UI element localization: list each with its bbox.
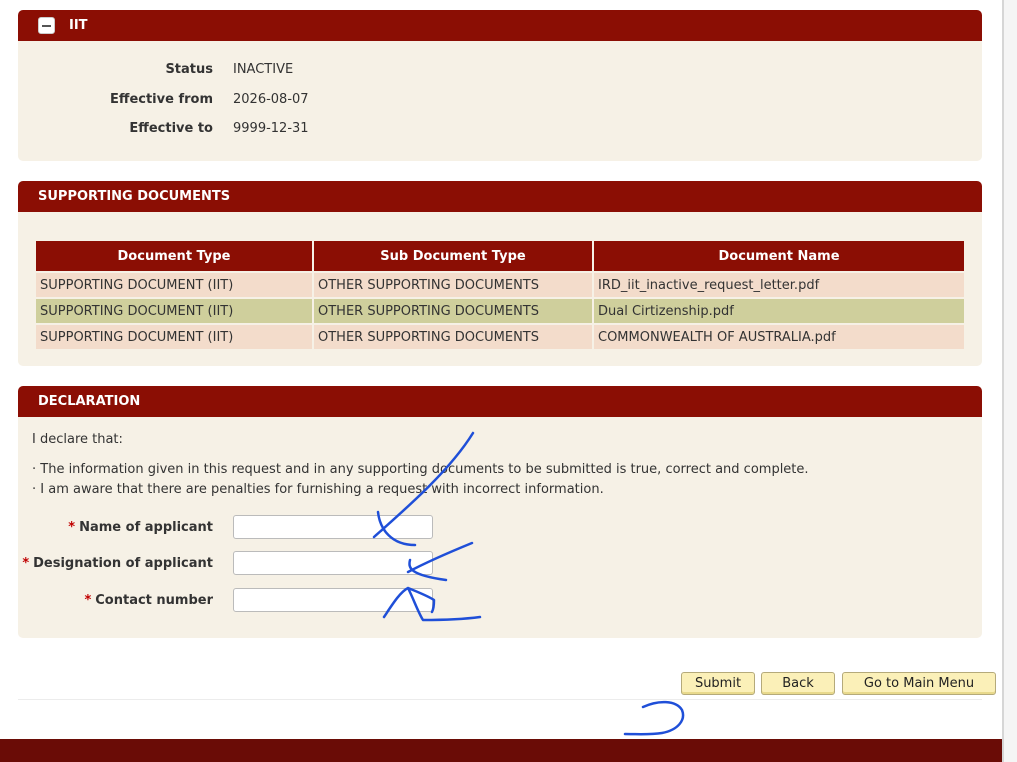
- contact-number-label: * Contact number: [84, 592, 213, 608]
- scrollbar[interactable]: [1002, 0, 1017, 762]
- main-menu-button[interactable]: Go to Main Menu: [842, 672, 996, 695]
- required-mark: *: [84, 592, 92, 608]
- column-header-document-type: Document Type: [36, 241, 312, 271]
- status-label: Status: [165, 61, 213, 77]
- column-header-document-name: Document Name: [594, 241, 964, 271]
- declaration-panel: DECLARATION I declare that: · The inform…: [18, 386, 982, 638]
- designation-of-applicant-input[interactable]: [233, 551, 433, 575]
- documents-table: Document Type Sub Document Type Document…: [34, 239, 966, 351]
- name-of-applicant-row: * Name of applicant: [18, 514, 982, 540]
- submit-button[interactable]: Submit: [681, 672, 755, 695]
- status-value: INACTIVE: [233, 61, 294, 77]
- cell-document-name[interactable]: Dual Cirtizenship.pdf: [594, 299, 964, 323]
- column-header-sub-document-type: Sub Document Type: [314, 241, 592, 271]
- cell-document-name[interactable]: COMMONWEALTH OF AUSTRALIA.pdf: [594, 325, 964, 349]
- status-row: Status INACTIVE: [18, 59, 982, 79]
- effective-from-label: Effective from: [110, 91, 213, 107]
- supporting-documents-title: SUPPORTING DOCUMENTS: [38, 189, 231, 204]
- table-row: SUPPORTING DOCUMENT (IIT) OTHER SUPPORTI…: [36, 273, 964, 297]
- cell-document-type: SUPPORTING DOCUMENT (IIT): [36, 325, 312, 349]
- effective-to-row: Effective to 9999-12-31: [18, 118, 982, 138]
- iit-panel-title: IIT: [69, 18, 88, 33]
- declaration-statement-1: · The information given in this request …: [32, 462, 809, 477]
- table-row: SUPPORTING DOCUMENT (IIT) OTHER SUPPORTI…: [36, 299, 964, 323]
- cell-document-type: SUPPORTING DOCUMENT (IIT): [36, 273, 312, 297]
- divider: [18, 699, 982, 700]
- back-button[interactable]: Back: [761, 672, 835, 695]
- required-mark: *: [68, 519, 76, 535]
- effective-from-value: 2026-08-07: [233, 91, 309, 107]
- cell-document-type: SUPPORTING DOCUMENT (IIT): [36, 299, 312, 323]
- declaration-statement-2: · I am aware that there are penalties fo…: [32, 482, 604, 497]
- effective-from-row: Effective from 2026-08-07: [18, 89, 982, 109]
- supporting-documents-header: SUPPORTING DOCUMENTS: [18, 181, 982, 212]
- cell-document-name[interactable]: IRD_iit_inactive_request_letter.pdf: [594, 273, 964, 297]
- name-of-applicant-input[interactable]: [233, 515, 433, 539]
- page: IIT Status INACTIVE Effective from 2026-…: [0, 0, 1002, 762]
- designation-of-applicant-row: * Designation of applicant: [18, 550, 982, 576]
- effective-to-value: 9999-12-31: [233, 120, 309, 136]
- table-header-row: Document Type Sub Document Type Document…: [36, 241, 964, 271]
- declaration-header: DECLARATION: [18, 386, 982, 417]
- contact-number-input[interactable]: [233, 588, 433, 612]
- footer-bar: [0, 739, 1002, 762]
- table-row: SUPPORTING DOCUMENT (IIT) OTHER SUPPORTI…: [36, 325, 964, 349]
- cell-sub-document-type: OTHER SUPPORTING DOCUMENTS: [314, 273, 592, 297]
- supporting-documents-panel: SUPPORTING DOCUMENTS Document Type Sub D…: [18, 181, 982, 366]
- cell-sub-document-type: OTHER SUPPORTING DOCUMENTS: [314, 299, 592, 323]
- declaration-title: DECLARATION: [38, 394, 141, 409]
- declaration-intro: I declare that:: [32, 432, 123, 447]
- collapse-icon[interactable]: [38, 17, 55, 34]
- iit-panel-header: IIT: [18, 10, 982, 41]
- cell-sub-document-type: OTHER SUPPORTING DOCUMENTS: [314, 325, 592, 349]
- required-mark: *: [22, 555, 30, 571]
- iit-panel: IIT Status INACTIVE Effective from 2026-…: [18, 10, 982, 161]
- designation-of-applicant-label: * Designation of applicant: [22, 555, 213, 571]
- name-of-applicant-label: * Name of applicant: [68, 519, 213, 535]
- effective-to-label: Effective to: [129, 120, 213, 136]
- contact-number-row: * Contact number: [18, 587, 982, 613]
